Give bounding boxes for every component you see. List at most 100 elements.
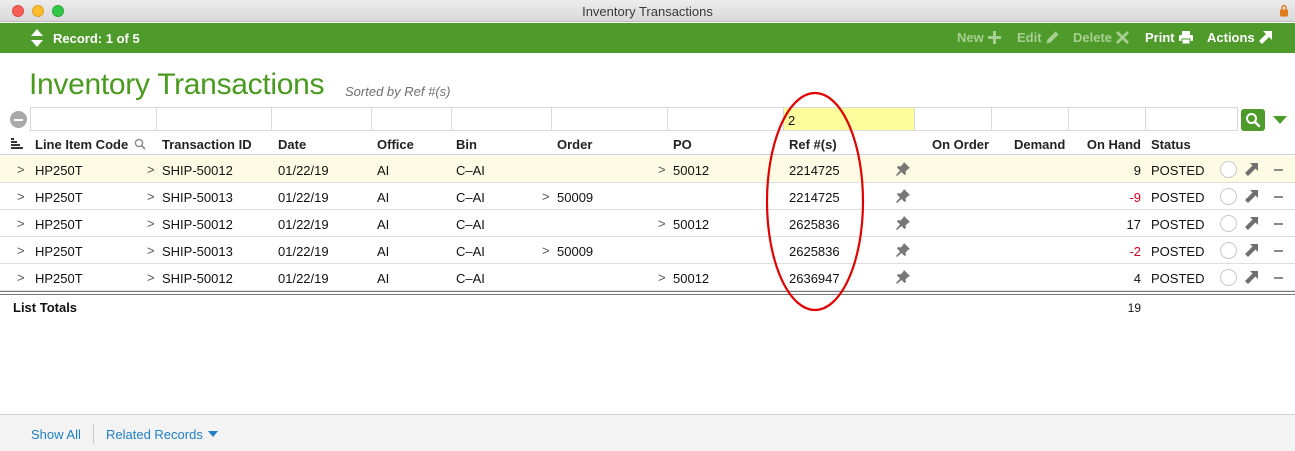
cell-transaction-id[interactable]: SHIP-50013 — [162, 190, 233, 205]
filter-on-order[interactable] — [915, 107, 992, 131]
transaction-link-chevron-icon[interactable]: > — [147, 162, 155, 177]
transaction-link-chevron-icon[interactable]: > — [147, 243, 155, 258]
filter-transaction-id[interactable] — [157, 107, 272, 131]
remove-row-icon[interactable] — [1274, 169, 1283, 171]
row-expand-chevron-icon[interactable]: > — [17, 270, 25, 285]
filter-demand[interactable] — [992, 107, 1069, 131]
delete-button-label: Delete — [1073, 30, 1113, 45]
edit-button[interactable]: Edit — [1017, 30, 1059, 45]
pin-icon[interactable] — [896, 216, 910, 230]
open-record-arrow-icon[interactable] — [1245, 243, 1259, 257]
cell-line-item-code: HP250T — [35, 244, 83, 259]
page-title: Inventory Transactions — [29, 68, 325, 101]
open-record-arrow-icon[interactable] — [1245, 216, 1259, 230]
remove-row-icon[interactable] — [1274, 223, 1283, 225]
delete-button[interactable]: Delete — [1073, 30, 1130, 45]
print-button-label: Print — [1145, 30, 1175, 45]
print-button[interactable]: Print — [1145, 30, 1193, 45]
table-row[interactable]: > HP250T > SHIP-50012 01/22/19 AI C–AI >… — [0, 264, 1295, 291]
cell-order[interactable]: 50009 — [557, 190, 593, 205]
column-header-date[interactable]: Date — [278, 137, 306, 152]
cell-po[interactable]: 50012 — [673, 217, 709, 232]
toolbar: Record: 1 of 5 New Edit Delete Print Act… — [0, 23, 1295, 53]
show-all-link[interactable]: Show All — [31, 427, 81, 442]
row-expand-chevron-icon[interactable]: > — [17, 243, 25, 258]
search-icon — [1246, 113, 1261, 128]
record-navigation-arrows-icon[interactable] — [30, 28, 44, 48]
open-record-arrow-icon[interactable] — [1245, 270, 1259, 284]
order-link-chevron-icon[interactable]: > — [542, 243, 550, 258]
related-records-link[interactable]: Related Records — [106, 427, 203, 442]
transaction-link-chevron-icon[interactable]: > — [147, 189, 155, 204]
column-header-office[interactable]: Office — [377, 137, 414, 152]
table-row[interactable]: > HP250T > SHIP-50013 01/22/19 AI C–AI >… — [0, 237, 1295, 264]
po-link-chevron-icon[interactable]: > — [658, 270, 666, 285]
cell-office: AI — [377, 217, 390, 232]
pin-icon[interactable] — [896, 189, 910, 203]
column-header-demand[interactable]: Demand — [1014, 137, 1065, 152]
column-header-status[interactable]: Status — [1151, 137, 1191, 152]
column-header-on-hand[interactable]: On Hand — [1080, 137, 1141, 152]
table-row[interactable]: > HP250T > SHIP-50012 01/22/19 AI C–AI >… — [0, 210, 1295, 237]
magnifier-icon[interactable] — [134, 138, 146, 150]
related-records-dropdown-icon[interactable] — [208, 431, 218, 437]
open-record-arrow-icon[interactable] — [1245, 162, 1259, 176]
filter-row: 2 — [0, 107, 1295, 131]
po-link-chevron-icon[interactable]: > — [658, 162, 666, 177]
column-menu-icon[interactable] — [11, 138, 23, 149]
totals-divider — [0, 291, 1295, 295]
cell-po[interactable]: 50012 — [673, 271, 709, 286]
select-circle-icon[interactable] — [1220, 161, 1237, 178]
table-row[interactable]: > HP250T > SHIP-50012 01/22/19 AI C–AI >… — [0, 156, 1295, 183]
pin-icon[interactable] — [896, 243, 910, 257]
transaction-link-chevron-icon[interactable]: > — [147, 216, 155, 231]
filter-status[interactable] — [1146, 107, 1238, 131]
order-link-chevron-icon[interactable]: > — [542, 189, 550, 204]
actions-button[interactable]: Actions — [1207, 30, 1272, 45]
cell-transaction-id[interactable]: SHIP-50012 — [162, 271, 233, 286]
select-circle-icon[interactable] — [1220, 242, 1237, 259]
filter-on-hand[interactable] — [1069, 107, 1146, 131]
row-expand-chevron-icon[interactable]: > — [17, 162, 25, 177]
column-header-line-item-code[interactable]: Line Item Code — [35, 137, 128, 152]
column-header-transaction-id[interactable]: Transaction ID — [162, 137, 252, 152]
select-circle-icon[interactable] — [1220, 269, 1237, 286]
row-expand-chevron-icon[interactable]: > — [17, 189, 25, 204]
cell-on-hand: 9 — [1133, 163, 1141, 178]
lock-icon[interactable] — [1279, 4, 1289, 17]
cell-po[interactable]: 50012 — [673, 163, 709, 178]
filter-options-dropdown-icon[interactable] — [1273, 116, 1287, 124]
on-hand-total: 19 — [1127, 301, 1141, 315]
filter-office[interactable] — [372, 107, 452, 131]
filter-line-item-code[interactable] — [30, 107, 157, 131]
column-header-po[interactable]: PO — [673, 137, 692, 152]
cell-order[interactable]: 50009 — [557, 244, 593, 259]
filter-bin[interactable] — [452, 107, 552, 131]
filter-order[interactable] — [552, 107, 668, 131]
column-header-bin[interactable]: Bin — [456, 137, 477, 152]
select-circle-icon[interactable] — [1220, 188, 1237, 205]
cell-date: 01/22/19 — [278, 217, 329, 232]
table-row[interactable]: > HP250T > SHIP-50013 01/22/19 AI C–AI >… — [0, 183, 1295, 210]
search-button[interactable] — [1241, 109, 1265, 131]
column-header-order[interactable]: Order — [557, 137, 592, 152]
select-circle-icon[interactable] — [1220, 215, 1237, 232]
new-button[interactable]: New — [957, 30, 1001, 45]
filter-date[interactable] — [272, 107, 372, 131]
open-record-arrow-icon[interactable] — [1245, 189, 1259, 203]
cell-bin: C–AI — [456, 217, 485, 232]
clear-filter-icon[interactable] — [10, 111, 27, 128]
column-header-on-order[interactable]: On Order — [932, 137, 989, 152]
cell-transaction-id[interactable]: SHIP-50012 — [162, 217, 233, 232]
po-link-chevron-icon[interactable]: > — [658, 216, 666, 231]
transaction-link-chevron-icon[interactable]: > — [147, 270, 155, 285]
pin-icon[interactable] — [896, 162, 910, 176]
pin-icon[interactable] — [896, 270, 910, 284]
cell-line-item-code: HP250T — [35, 190, 83, 205]
cell-transaction-id[interactable]: SHIP-50013 — [162, 244, 233, 259]
remove-row-icon[interactable] — [1274, 196, 1283, 198]
remove-row-icon[interactable] — [1274, 250, 1283, 252]
remove-row-icon[interactable] — [1274, 277, 1283, 279]
row-expand-chevron-icon[interactable]: > — [17, 216, 25, 231]
cell-transaction-id[interactable]: SHIP-50012 — [162, 163, 233, 178]
